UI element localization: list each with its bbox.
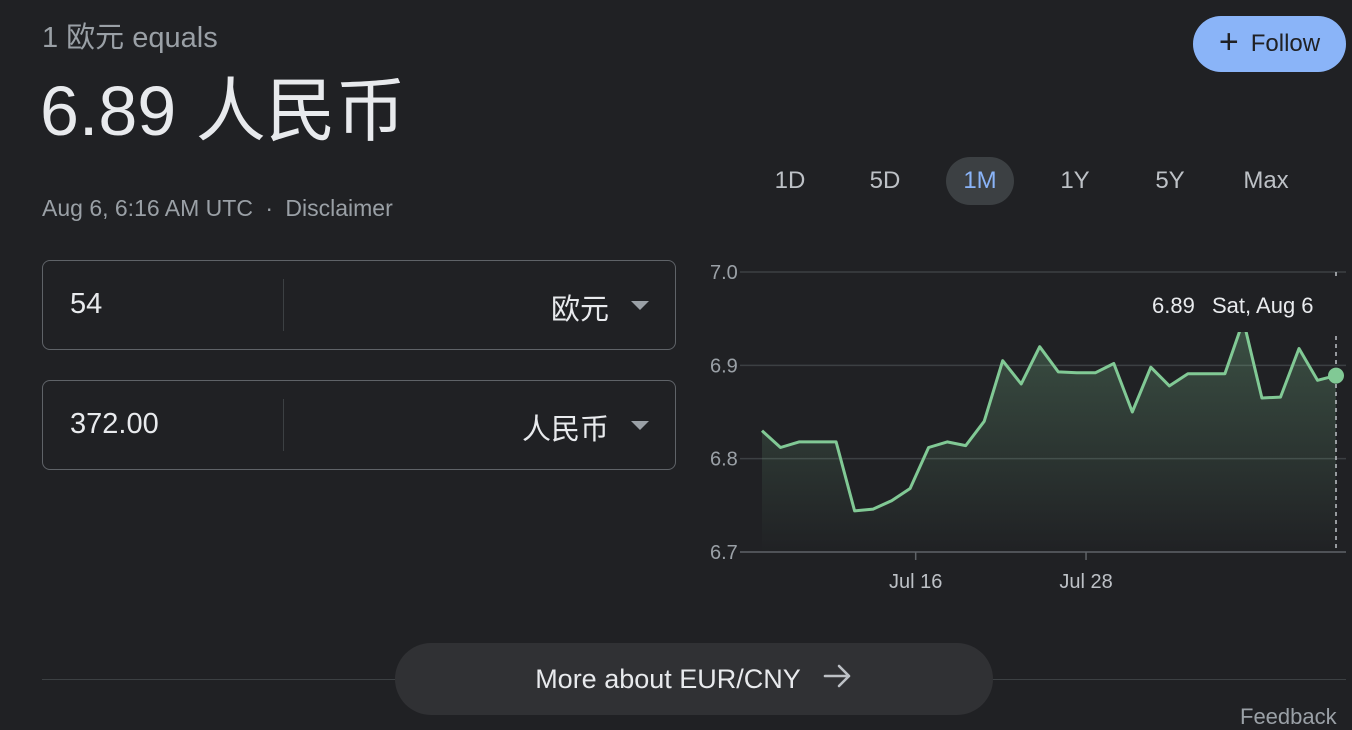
equals-line: 1 欧元 equals (42, 22, 218, 54)
current-point (1328, 367, 1344, 384)
timestamp: Aug 6, 6:16 AM UTC (42, 195, 253, 221)
dropdown-arrow-icon[interactable] (631, 421, 649, 430)
arrow-right-icon (823, 663, 853, 696)
dropdown-arrow-icon[interactable] (631, 301, 649, 310)
range-tab-1m[interactable]: 1M (946, 157, 1014, 205)
range-tab-max[interactable]: Max (1232, 157, 1300, 205)
chart-tooltip: 6.89 Sat, Aug 6 (1136, 280, 1352, 332)
y-tick-label: 7.0 (710, 262, 738, 284)
rate-chart[interactable]: 7.0 6.9 6.8 6.7 Jul 16 Jul 28 6.89 Sat, Aug 6 (700, 250, 1352, 590)
field-divider (283, 399, 284, 451)
more-about-button[interactable]: More about EUR/CNY (395, 643, 993, 715)
from-currency-select[interactable]: 欧元 (551, 286, 609, 328)
timestamp-line: Aug 6, 6:16 AM UTC · Disclaimer (42, 195, 393, 222)
to-currency-select[interactable]: 人民币 (522, 406, 609, 448)
to-currency-field[interactable]: 372.00 人民币 (42, 380, 676, 470)
range-tab-1d[interactable]: 1D (756, 157, 824, 205)
follow-button[interactable]: + Follow (1193, 16, 1346, 72)
field-divider (283, 279, 284, 331)
y-tick-label: 6.9 (710, 355, 738, 377)
tooltip-date: Sat, Aug 6 (1212, 293, 1314, 318)
tooltip-value: 6.89 (1152, 293, 1195, 318)
y-tick-label: 6.7 (710, 542, 738, 564)
from-amount-input[interactable]: 54 (70, 288, 102, 321)
plus-icon: + (1218, 23, 1239, 61)
range-tab-5d[interactable]: 5D (851, 157, 919, 205)
from-currency-field[interactable]: 54 欧元 (42, 260, 676, 350)
to-amount-input[interactable]: 372.00 (70, 408, 159, 441)
x-tick-label: Jul 16 (889, 571, 942, 590)
range-tab-5y[interactable]: 5Y (1136, 157, 1204, 205)
more-about-label: More about EUR/CNY (535, 663, 801, 694)
feedback-link[interactable]: Feedback (1240, 704, 1337, 730)
disclaimer-link[interactable]: Disclaimer (285, 195, 392, 221)
y-tick-label: 6.8 (710, 449, 738, 471)
separator: · (265, 195, 273, 221)
chart-area-fill (762, 320, 1336, 552)
follow-label: Follow (1250, 30, 1321, 57)
x-tick-label: Jul 28 (1059, 571, 1112, 590)
range-tab-1y[interactable]: 1Y (1041, 157, 1109, 205)
exchange-rate: 6.89 人民币 (40, 72, 406, 150)
